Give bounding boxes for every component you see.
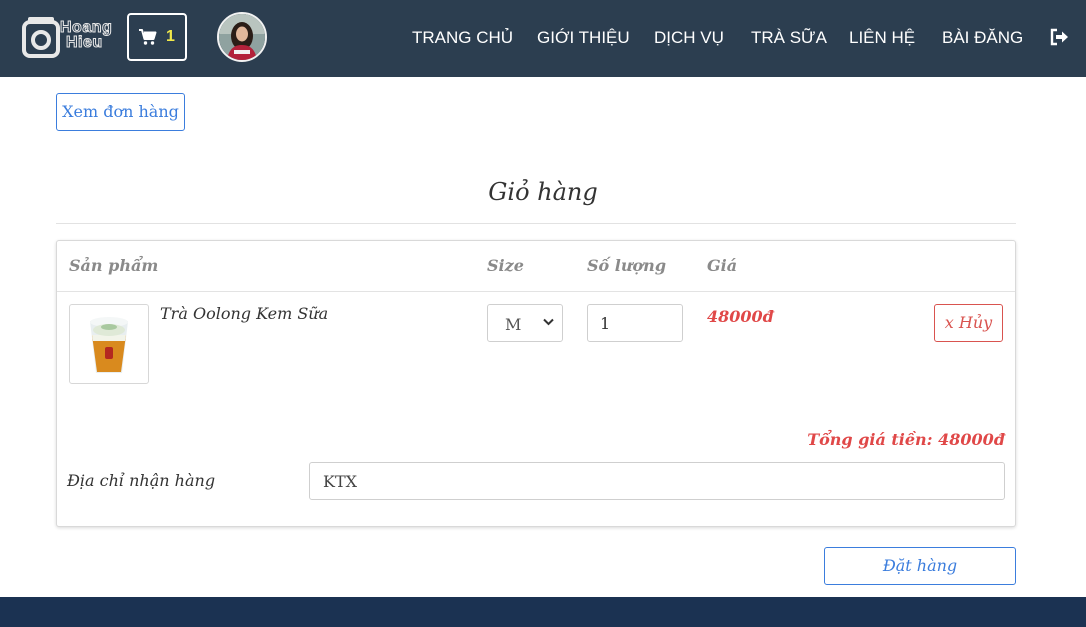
place-order-button[interactable]: Đặt hàng	[824, 547, 1016, 585]
logout-icon[interactable]	[1049, 27, 1069, 47]
quantity-input[interactable]: 1	[587, 304, 683, 342]
column-header-size: Size	[487, 256, 524, 275]
nav-milk-tea[interactable]: TRÀ SỮA	[751, 26, 827, 50]
cart-title: Giỏ hàng	[488, 178, 598, 206]
milk-tea-cup-image	[90, 317, 128, 373]
avatar-image	[219, 14, 265, 60]
top-navbar: Hoang Hieu 1 TRANG CHỦ GIỚI THIỆU DỊCH V…	[0, 0, 1086, 77]
address-label: Địa chỉ nhận hàng	[67, 471, 216, 490]
size-select[interactable]: M	[487, 304, 563, 342]
remove-item-button[interactable]: x Hủy	[934, 304, 1003, 342]
column-header-product: Sản phẩm	[69, 256, 159, 275]
nav-services[interactable]: DỊCH VỤ	[654, 26, 724, 50]
column-header-quantity: Số lượng	[587, 256, 666, 275]
chevron-down-icon	[543, 318, 554, 326]
user-avatar[interactable]	[217, 12, 267, 62]
item-price: 48000đ	[707, 307, 774, 326]
address-value: KTX	[323, 472, 358, 491]
quantity-value: 1	[600, 314, 611, 333]
brand-logo[interactable]: Hoang Hieu	[20, 14, 115, 60]
address-input[interactable]: KTX	[309, 462, 1005, 500]
total-price: Tổng giá tiền: 48000đ	[807, 430, 1005, 449]
product-name: Trà Oolong Kem Sữa	[160, 304, 329, 323]
nav-home[interactable]: TRANG CHỦ	[412, 26, 513, 50]
cart-button[interactable]: 1	[127, 13, 187, 61]
title-divider	[56, 223, 1016, 224]
cart-icon	[139, 29, 157, 45]
column-header-price: Giá	[707, 256, 738, 275]
footer	[0, 597, 1086, 627]
nav-about[interactable]: GIỚI THIỆU	[537, 26, 630, 50]
cup-logo-icon	[22, 17, 60, 58]
nav-posts[interactable]: BÀI ĐĂNG	[942, 26, 1023, 50]
brand-logo-text: Hoang Hieu	[59, 19, 113, 51]
cart-count-badge: 1	[166, 28, 175, 45]
product-thumbnail	[69, 304, 149, 384]
header-divider	[57, 291, 1015, 292]
view-orders-button[interactable]: Xem đơn hàng	[56, 93, 185, 131]
size-select-value: M	[505, 315, 522, 334]
nav-contact[interactable]: LIÊN HỆ	[849, 26, 915, 50]
